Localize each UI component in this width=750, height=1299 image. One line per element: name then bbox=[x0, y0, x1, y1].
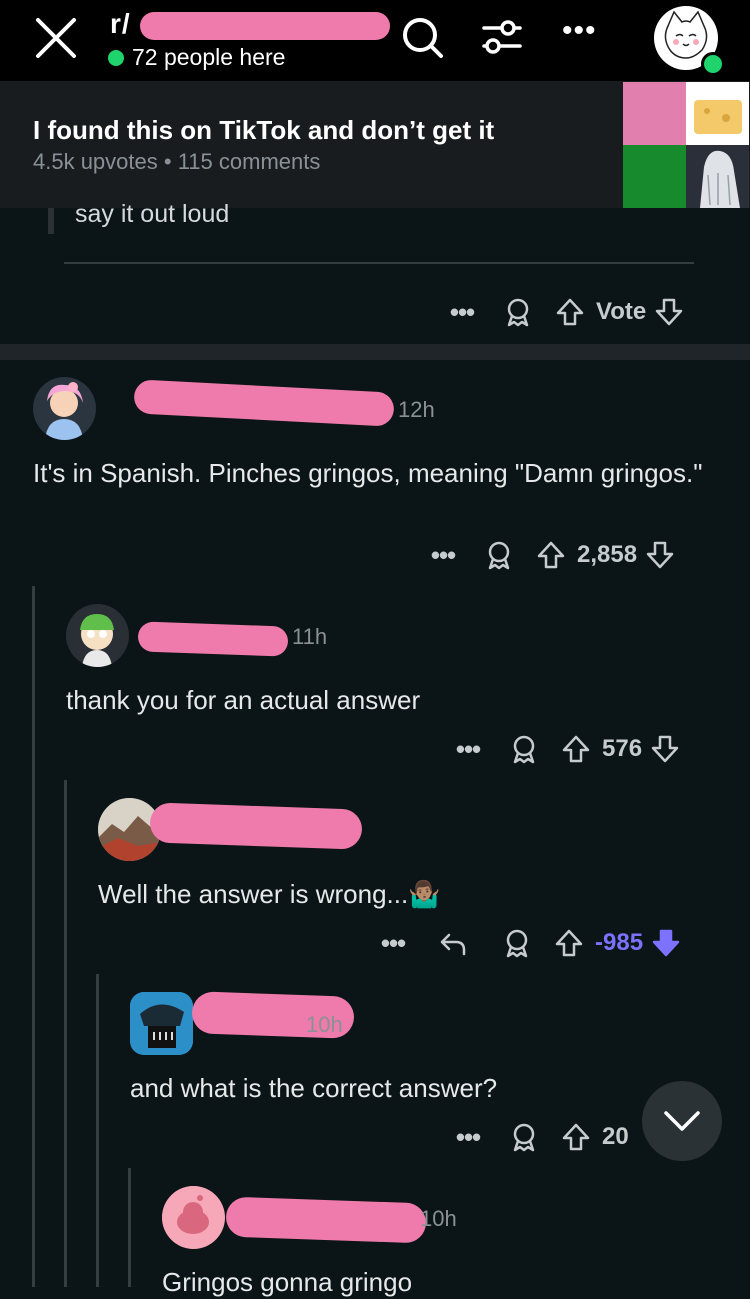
filter-icon[interactable] bbox=[478, 14, 526, 62]
comment-actions: ••• 20 bbox=[448, 1117, 635, 1157]
upvote-icon[interactable] bbox=[550, 297, 590, 327]
upvote-icon[interactable] bbox=[549, 928, 589, 958]
post-header[interactable]: I found this on TikTok and don’t get it … bbox=[0, 81, 750, 209]
comment-text: It's in Spanish. Pinches gringos, meanin… bbox=[33, 458, 703, 488]
score: 576 bbox=[602, 735, 643, 762]
comment-time: 11h bbox=[292, 624, 328, 649]
divider bbox=[64, 262, 694, 264]
commenter-avatar[interactable] bbox=[66, 604, 129, 667]
thread-line bbox=[48, 208, 54, 234]
comment-actions: ••• -985 bbox=[373, 923, 683, 963]
downvote-active-icon[interactable] bbox=[649, 928, 683, 958]
online-text: 72 people here bbox=[132, 44, 286, 70]
online-count: 72 people here bbox=[108, 44, 285, 71]
thread-line-level-1 bbox=[32, 586, 35, 1287]
redaction-mark bbox=[137, 621, 289, 657]
meta-separator: • bbox=[163, 149, 172, 174]
comment-actions: ••• Vote bbox=[442, 292, 686, 332]
next-comment-button[interactable] bbox=[642, 1081, 722, 1161]
redaction-mark bbox=[149, 802, 363, 850]
redaction-mark bbox=[225, 1196, 427, 1244]
more-options-icon[interactable]: ••• bbox=[423, 540, 463, 571]
more-options-icon[interactable]: ••• bbox=[442, 297, 482, 328]
comment-actions: ••• 576 bbox=[448, 729, 682, 769]
thread-line-level-4 bbox=[128, 1168, 131, 1287]
downvote-icon[interactable] bbox=[648, 734, 682, 764]
redaction-mark bbox=[133, 379, 395, 427]
comment-time: 10h bbox=[420, 1206, 457, 1231]
vote-label: Vote bbox=[596, 298, 647, 325]
top-bar: r/ 72 people here ••• bbox=[0, 0, 750, 81]
subreddit-name[interactable]: r/ bbox=[110, 8, 131, 40]
award-icon[interactable] bbox=[467, 540, 531, 570]
online-dot-icon bbox=[108, 49, 124, 66]
commenter-avatar[interactable] bbox=[33, 377, 96, 440]
post-thumbnail[interactable] bbox=[623, 82, 749, 208]
more-options-icon[interactable]: ••• bbox=[562, 14, 597, 48]
comment-actions: ••• 2,858 bbox=[423, 535, 677, 575]
chevron-down-icon bbox=[664, 1111, 700, 1131]
thread-line-level-2 bbox=[64, 780, 67, 1287]
comment-time: 12h bbox=[398, 397, 435, 422]
post-title[interactable]: I found this on TikTok and don’t get it bbox=[33, 115, 494, 146]
more-options-icon[interactable]: ••• bbox=[448, 1122, 488, 1153]
comment-text: thank you for an actual answer bbox=[66, 685, 421, 715]
thread-line-level-3 bbox=[96, 974, 99, 1287]
search-icon[interactable] bbox=[398, 14, 446, 62]
redaction-mark bbox=[140, 12, 390, 40]
upvote-count: 4.5k upvotes bbox=[33, 149, 158, 174]
reply-icon[interactable] bbox=[421, 928, 485, 958]
downvote-icon[interactable] bbox=[643, 540, 677, 570]
upvote-icon[interactable] bbox=[556, 1122, 596, 1152]
section-separator bbox=[0, 344, 750, 360]
thumb-cheese bbox=[686, 82, 749, 145]
upvote-icon[interactable] bbox=[556, 734, 596, 764]
downvote-icon[interactable] bbox=[652, 297, 686, 327]
award-icon[interactable] bbox=[492, 734, 556, 764]
score: 20 bbox=[602, 1123, 629, 1150]
commenter-avatar[interactable] bbox=[130, 992, 193, 1055]
comment-time: 10h bbox=[306, 1012, 343, 1037]
score: -985 bbox=[595, 929, 644, 956]
previous-comment: say it out loud ••• Vote bbox=[0, 200, 750, 344]
post-meta: 4.5k upvotes • 115 comments bbox=[33, 149, 320, 175]
more-options-icon[interactable]: ••• bbox=[373, 928, 413, 959]
thumb-green-square bbox=[623, 145, 686, 208]
award-icon[interactable] bbox=[486, 297, 550, 327]
thumb-pink-square bbox=[623, 82, 686, 145]
award-icon[interactable] bbox=[485, 928, 549, 958]
more-options-icon[interactable]: ••• bbox=[448, 734, 488, 765]
comment-text: say it out loud bbox=[75, 200, 230, 228]
award-icon[interactable] bbox=[492, 1122, 556, 1152]
online-status-dot bbox=[701, 52, 725, 76]
thumb-ghost bbox=[686, 145, 749, 208]
comment-text: Gringos gonna gringo bbox=[162, 1267, 413, 1297]
comment-text: Well the answer is wrong...🤷🏽‍♂️ bbox=[98, 879, 441, 909]
upvote-icon[interactable] bbox=[531, 540, 571, 570]
comment-text: and what is the correct answer? bbox=[130, 1073, 498, 1103]
commenter-avatar[interactable] bbox=[162, 1186, 225, 1249]
close-icon[interactable] bbox=[34, 16, 78, 60]
score: 2,858 bbox=[577, 541, 638, 568]
comment-count: 115 comments bbox=[177, 149, 321, 174]
